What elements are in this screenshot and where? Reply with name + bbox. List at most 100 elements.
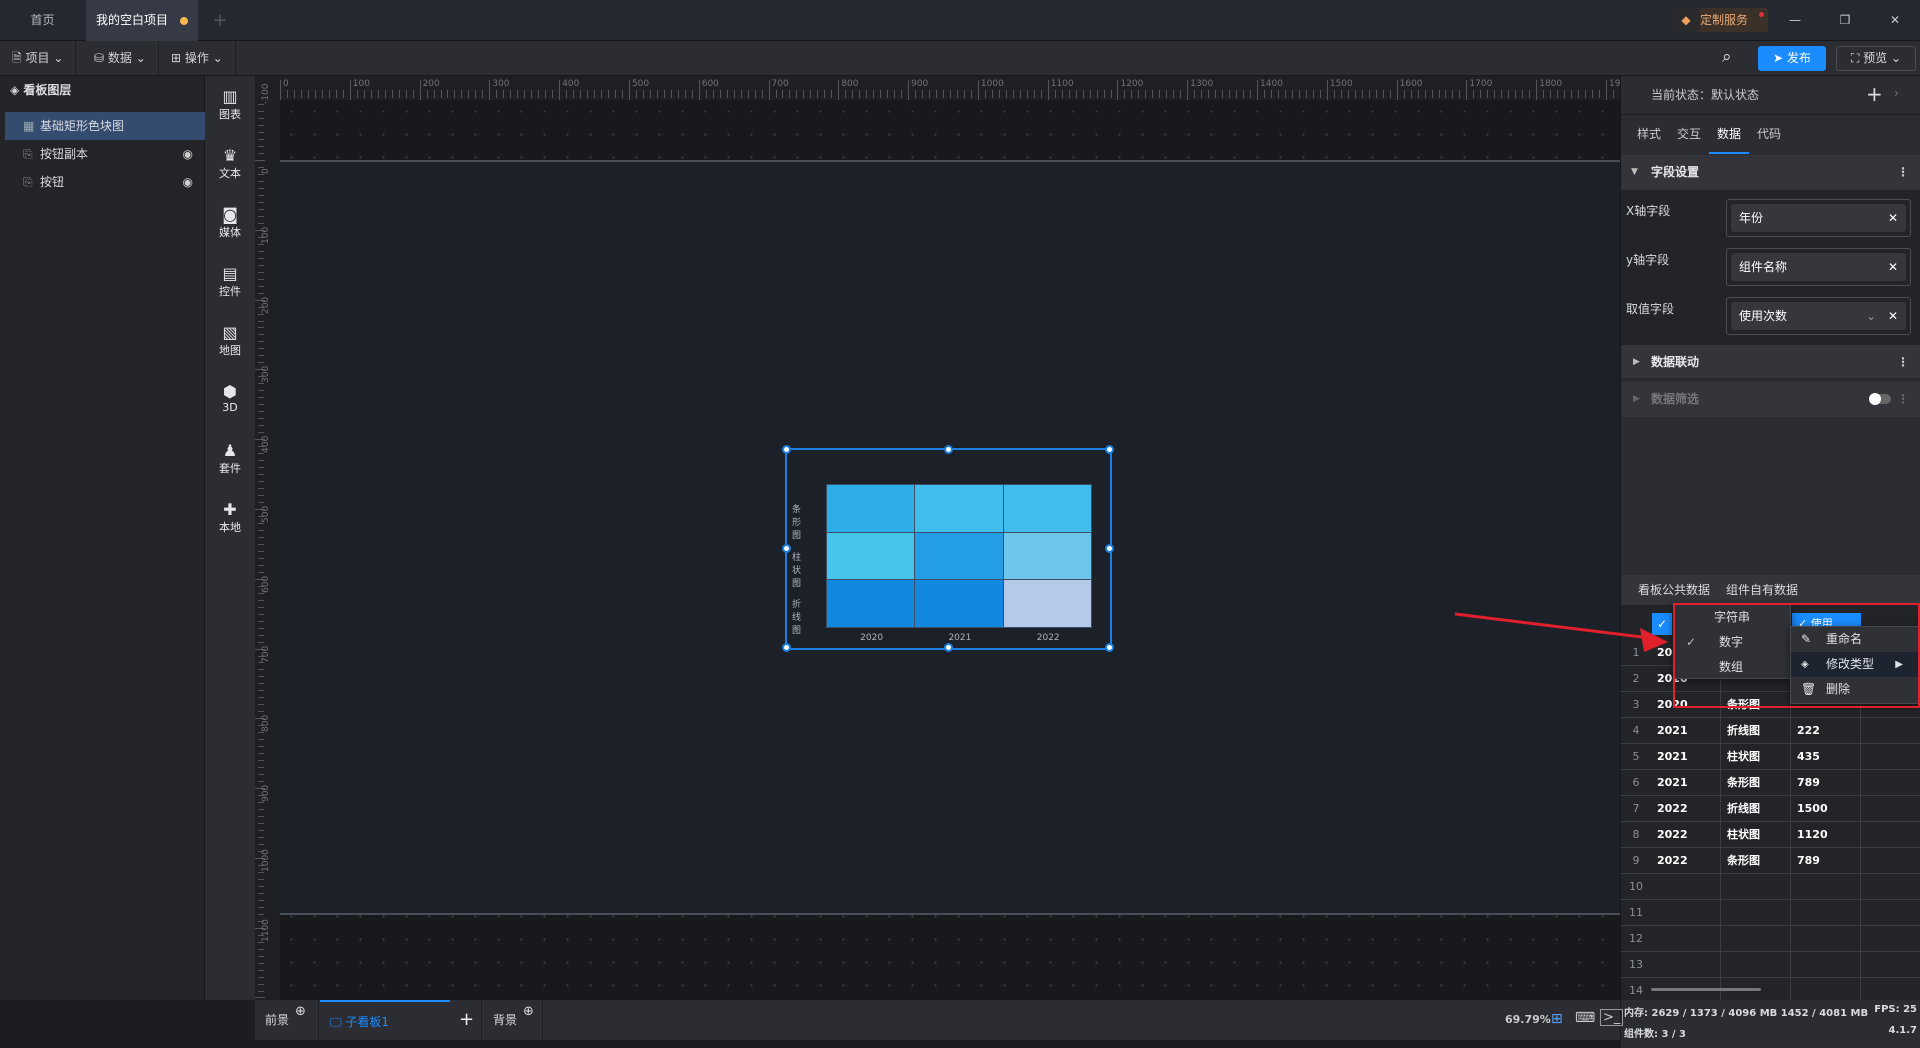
table-row[interactable]: 12 — [1621, 926, 1920, 952]
table-cell[interactable] — [1651, 874, 1721, 900]
table-cell[interactable] — [1861, 874, 1920, 900]
tab-code[interactable]: 代码 — [1749, 114, 1789, 154]
table-cell[interactable]: 222 — [1791, 718, 1861, 744]
clear-icon[interactable]: ✕ — [1888, 302, 1898, 330]
table-cell[interactable]: 789 — [1791, 848, 1861, 874]
table-cell[interactable] — [1861, 848, 1920, 874]
add-circle-icon[interactable]: ⊕ — [523, 992, 534, 1032]
layer-item[interactable]: ▦ 基础矩形色块图 — [5, 112, 205, 140]
terminal-icon[interactable]: >_ — [1600, 1009, 1624, 1026]
filter-toggle[interactable] — [1869, 393, 1891, 405]
tab-own-data[interactable]: 组件自有数据 — [1726, 575, 1798, 605]
data-linkage-section[interactable]: ▶ 数据联动 ⋮ — [1621, 345, 1920, 380]
value-field-select[interactable]: 使用次数 ⌄ ✕ — [1726, 297, 1911, 335]
table-row[interactable]: 6 2021 条形图 789 — [1621, 770, 1920, 796]
background-tab[interactable]: 背景 ⊕ — [483, 1000, 543, 1040]
table-cell[interactable]: 条形图 — [1721, 770, 1791, 796]
table-row[interactable]: 8 2022 柱状图 1120 — [1621, 822, 1920, 848]
more-icon[interactable]: ⋮ — [1897, 382, 1909, 417]
toolbox-puzzle[interactable]: ✚ 本地 — [205, 501, 255, 535]
resize-handle[interactable] — [782, 445, 791, 454]
table-cell[interactable]: 条形图 — [1721, 848, 1791, 874]
table-cell[interactable] — [1861, 978, 1920, 1000]
table-row[interactable]: 13 — [1621, 952, 1920, 978]
table-cell[interactable] — [1651, 952, 1721, 978]
more-icon[interactable]: ⋮ — [1897, 155, 1909, 190]
table-cell[interactable] — [1651, 926, 1721, 952]
table-cell[interactable]: 柱状图 — [1721, 822, 1791, 848]
toolbox-shirt[interactable]: ♟ 套件 — [205, 442, 255, 476]
table-cell[interactable] — [1861, 822, 1920, 848]
table-cell[interactable] — [1861, 744, 1920, 770]
data-menu[interactable]: ⛁ 数据 ⌄ — [82, 41, 159, 76]
x-field-select[interactable]: 年份 ✕ — [1726, 199, 1911, 237]
table-cell[interactable]: 2021 — [1651, 770, 1721, 796]
horizontal-scrollbar[interactable] — [1651, 988, 1761, 991]
table-row[interactable]: 9 2022 条形图 789 — [1621, 848, 1920, 874]
zoom-level[interactable]: 69.79% — [1505, 1000, 1551, 1040]
resize-handle[interactable] — [782, 544, 791, 553]
data-filter-section[interactable]: ▶ 数据筛选 ⋮ — [1621, 382, 1920, 417]
resize-handle[interactable] — [1105, 643, 1114, 652]
toolbox-camera[interactable]: ◙ 媒体 — [205, 206, 255, 240]
eye-hidden-icon[interactable]: ◉ — [183, 168, 193, 196]
toolbox-crown[interactable]: ♛ 文本 — [205, 147, 255, 181]
table-cell[interactable]: 2021 — [1651, 744, 1721, 770]
search-icon[interactable]: ⌕ — [1722, 47, 1732, 67]
table-cell[interactable] — [1651, 900, 1721, 926]
table-cell[interactable]: 2022 — [1651, 848, 1721, 874]
add-state-icon[interactable]: + — [1866, 82, 1883, 106]
table-cell[interactable]: 柱状图 — [1721, 744, 1791, 770]
table-cell[interactable] — [1861, 796, 1920, 822]
tab-style[interactable]: 样式 — [1629, 114, 1669, 154]
table-cell[interactable] — [1791, 926, 1861, 952]
restore-button[interactable]: ❐ — [1830, 0, 1860, 41]
table-cell[interactable]: 折线图 — [1721, 718, 1791, 744]
fit-screen-icon[interactable]: ⊞ — [1551, 1011, 1563, 1027]
toolbox-map[interactable]: ▧ 地图 — [205, 324, 255, 358]
toolbox-list[interactable]: ▤ 控件 — [205, 265, 255, 299]
add-circle-icon[interactable]: ⊕ — [295, 992, 306, 1032]
table-row[interactable]: 4 2021 折线图 222 — [1621, 718, 1920, 744]
table-cell[interactable] — [1721, 874, 1791, 900]
table-cell[interactable] — [1861, 770, 1920, 796]
project-menu[interactable]: 🗎 项目 ⌄ — [0, 41, 77, 76]
table-cell[interactable] — [1861, 952, 1920, 978]
table-cell[interactable]: 435 — [1791, 744, 1861, 770]
tab-home[interactable]: 首页 — [0, 0, 85, 41]
eye-hidden-icon[interactable]: ◉ — [183, 140, 193, 168]
operate-menu[interactable]: ⊞ 操作 ⌄ — [159, 41, 236, 76]
foreground-tab[interactable]: 前景 ⊕ — [255, 1000, 319, 1040]
table-row[interactable]: 11 — [1621, 900, 1920, 926]
table-cell[interactable] — [1721, 900, 1791, 926]
sub-board-tab[interactable]: 🖵 子看板1 — [320, 1000, 450, 1040]
tab-project[interactable]: 我的空白项目 — [86, 0, 198, 41]
table-cell[interactable] — [1721, 926, 1791, 952]
table-cell[interactable] — [1791, 978, 1861, 1000]
table-row[interactable]: 10 — [1621, 874, 1920, 900]
table-cell[interactable]: 2022 — [1651, 796, 1721, 822]
table-cell[interactable]: 2022 — [1651, 822, 1721, 848]
table-cell[interactable] — [1861, 926, 1920, 952]
clear-icon[interactable]: ✕ — [1888, 253, 1898, 281]
keyboard-icon[interactable]: ⌨ — [1575, 1010, 1595, 1026]
resize-handle[interactable] — [943, 445, 953, 454]
add-board-button[interactable]: + — [452, 1000, 482, 1040]
add-tab-button[interactable]: + — [205, 0, 235, 41]
resize-handle[interactable] — [782, 643, 791, 652]
table-cell[interactable] — [1721, 952, 1791, 978]
table-cell[interactable]: 2021 — [1651, 718, 1721, 744]
field-settings-section[interactable]: ▼ 字段设置 ⋮ — [1621, 155, 1920, 190]
table-cell[interactable]: 1120 — [1791, 822, 1861, 848]
table-cell[interactable] — [1861, 900, 1920, 926]
toolbox-cube[interactable]: ⬢ 3D — [205, 383, 255, 415]
toolbox-bar-chart[interactable]: ▥ 图表 — [205, 88, 255, 122]
more-icon[interactable]: ⋮ — [1897, 345, 1909, 380]
table-cell[interactable]: 折线图 — [1721, 796, 1791, 822]
table-cell[interactable]: 1500 — [1791, 796, 1861, 822]
chevron-right-icon[interactable]: › — [1894, 86, 1899, 100]
layer-item[interactable]: ⎘ 按钮 ◉ — [5, 168, 205, 196]
publish-button[interactable]: ➤ 发布 — [1758, 46, 1826, 71]
table-row[interactable]: 7 2022 折线图 1500 — [1621, 796, 1920, 822]
table-cell[interactable] — [1861, 718, 1920, 744]
